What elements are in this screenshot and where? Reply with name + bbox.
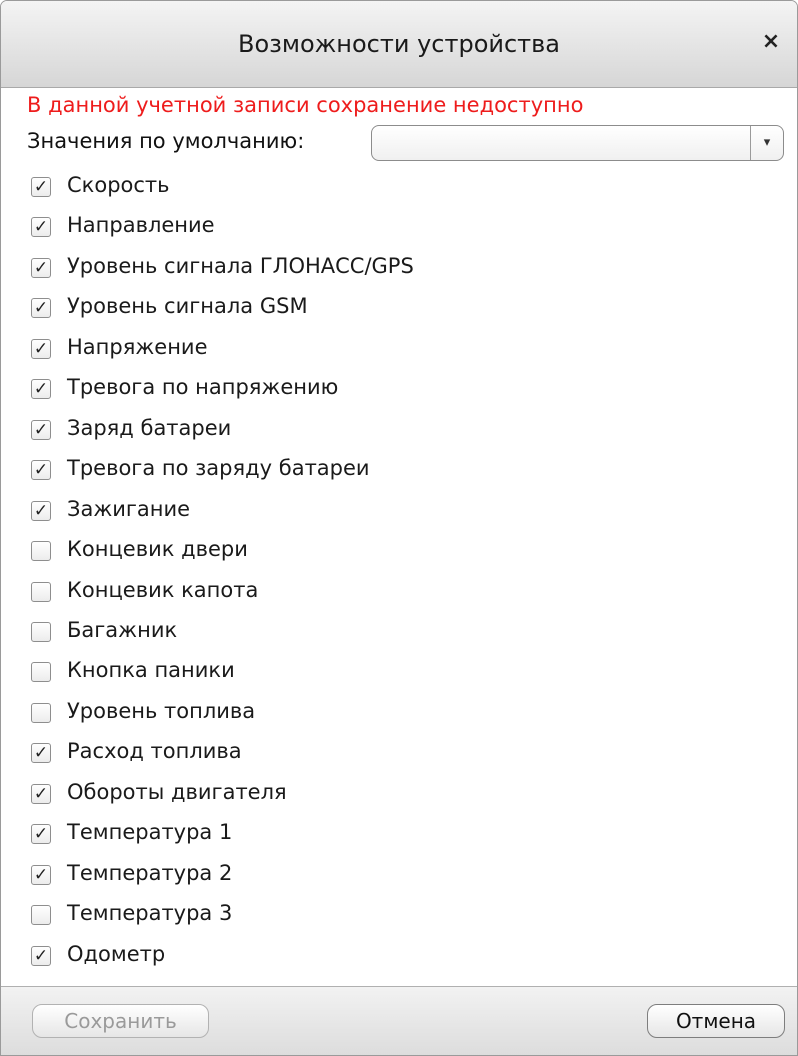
- capability-label: Напряжение: [67, 334, 208, 359]
- checkbox-unchecked[interactable]: [31, 541, 51, 562]
- capability-label: Кнопка паники: [67, 658, 235, 683]
- checkbox-unchecked[interactable]: [31, 662, 51, 683]
- checkbox-unchecked[interactable]: [31, 905, 51, 926]
- capability-label: Температура 2: [67, 860, 233, 885]
- close-icon[interactable]: ×: [759, 30, 783, 54]
- save-button[interactable]: Сохранить: [32, 1004, 209, 1038]
- checkbox-checked[interactable]: ✓: [31, 177, 51, 197]
- defaults-select[interactable]: ▾: [371, 125, 784, 161]
- capability-label: Уровень топлива: [67, 698, 256, 723]
- capability-label: Концевик двери: [67, 537, 248, 562]
- capability-label: Одометр: [67, 941, 166, 966]
- checkbox-checked[interactable]: ✓: [31, 783, 51, 804]
- checkbox-checked[interactable]: ✓: [31, 824, 51, 845]
- checkbox-checked[interactable]: ✓: [31, 500, 51, 521]
- cancel-button[interactable]: Отмена: [647, 1004, 785, 1038]
- capability-label: Температура 3: [67, 901, 233, 926]
- capability-label: Тревога по напряжению: [67, 375, 339, 400]
- dialog-title: Возможности устройства: [237, 30, 561, 58]
- checkbox-checked[interactable]: ✓: [31, 460, 51, 481]
- checkbox-checked[interactable]: ✓: [31, 743, 51, 764]
- checkbox-checked[interactable]: ✓: [31, 419, 51, 440]
- capability-label: Скорость: [67, 173, 170, 197]
- checkbox-checked[interactable]: ✓: [31, 217, 51, 238]
- checkbox-checked[interactable]: ✓: [31, 945, 51, 966]
- checkbox-unchecked[interactable]: [31, 581, 51, 602]
- checkbox-checked[interactable]: ✓: [31, 379, 51, 400]
- checkbox-unchecked[interactable]: [31, 702, 51, 723]
- capability-label: Температура 1: [67, 820, 233, 845]
- save-unavailable-warning: В данной учетной записи сохранение недос…: [27, 93, 584, 117]
- device-capabilities-dialog: Возможности устройства × В данной учетно…: [0, 0, 798, 1056]
- checkbox-checked[interactable]: ✓: [31, 298, 51, 319]
- checkbox-checked[interactable]: ✓: [31, 338, 51, 359]
- capability-label: Концевик капота: [67, 577, 259, 602]
- capability-label: Уровень сигнала ГЛОНАСС/GPS: [67, 253, 414, 278]
- capability-label: Обороты двигателя: [67, 779, 287, 804]
- capability-label: Зажигание: [67, 496, 191, 521]
- capability-label: Багажник: [67, 617, 178, 642]
- capability-label: Расход топлива: [67, 739, 242, 764]
- chevron-down-icon[interactable]: ▾: [750, 126, 783, 160]
- capability-label: Тревога по заряду батареи: [67, 456, 370, 481]
- capability-label: Заряд батареи: [67, 415, 232, 440]
- capability-label: Уровень сигнала GSM: [67, 294, 308, 319]
- checkbox-checked[interactable]: ✓: [31, 864, 51, 885]
- defaults-label: Значения по умолчанию:: [27, 129, 305, 153]
- checkbox-unchecked[interactable]: [31, 621, 51, 642]
- checkbox-checked[interactable]: ✓: [31, 257, 51, 278]
- capability-label: Направление: [67, 213, 215, 238]
- title-bar[interactable]: Возможности устройства ×: [1, 1, 797, 88]
- dialog-footer: Сохранить Отмена: [1, 986, 797, 1055]
